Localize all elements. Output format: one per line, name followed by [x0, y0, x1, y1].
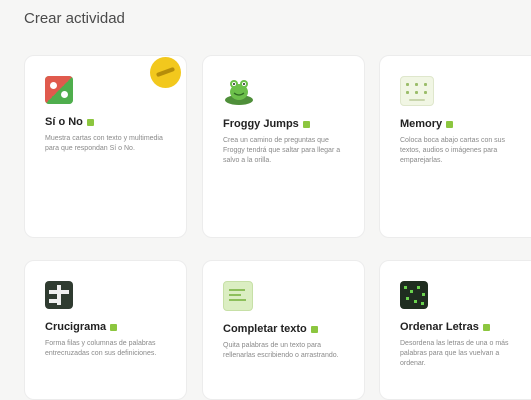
card-title: Ordenar Letras [400, 321, 479, 333]
ai-badge-icon [310, 325, 318, 333]
card-description: Coloca boca abajo cartas con sus textos,… [400, 137, 506, 164]
ai-badge-icon [446, 120, 454, 128]
activity-card-completar-texto[interactable]: Completar texto Quita palabras de un tex… [202, 260, 365, 400]
activity-card-ordenar-letras[interactable]: Ordenar Letras Desordena las letras de u… [379, 260, 531, 400]
yes-no-icon [45, 76, 73, 104]
memory-icon [400, 76, 434, 106]
card-description: Quita palabras de un texto para rellenar… [223, 342, 339, 359]
ai-badge-icon [110, 323, 118, 331]
new-badge-icon [150, 57, 181, 88]
card-title: Memory [400, 118, 443, 130]
card-description: Crea un camino de preguntas que Froggy t… [223, 137, 341, 164]
frog-icon [223, 76, 255, 106]
activity-card-crucigrama[interactable]: Crucigrama Forma filas y columnas de pal… [24, 260, 187, 400]
ai-badge-icon [302, 120, 310, 128]
card-description: Muestra cartas con texto y multimedia pa… [45, 135, 163, 152]
ai-badge-icon [482, 323, 490, 331]
fill-text-icon [223, 281, 253, 311]
page-title: Crear actividad [24, 10, 125, 27]
ai-badge-icon [86, 118, 94, 126]
card-title: Froggy Jumps [223, 118, 299, 130]
card-description: Desordena las letras de una o más palabr… [400, 340, 509, 367]
order-letters-icon [400, 281, 428, 309]
activity-card-memory[interactable]: Memory Coloca boca abajo cartas con sus … [379, 55, 531, 238]
card-title: Sí o No [45, 116, 83, 128]
activity-card-froggy-jumps[interactable]: Froggy Jumps Crea un camino de preguntas… [202, 55, 365, 238]
card-title: Crucigrama [45, 321, 107, 333]
card-title: Completar texto [223, 323, 307, 335]
crossword-icon [45, 281, 73, 309]
card-description: Forma filas y columnas de palabras entre… [45, 340, 157, 357]
